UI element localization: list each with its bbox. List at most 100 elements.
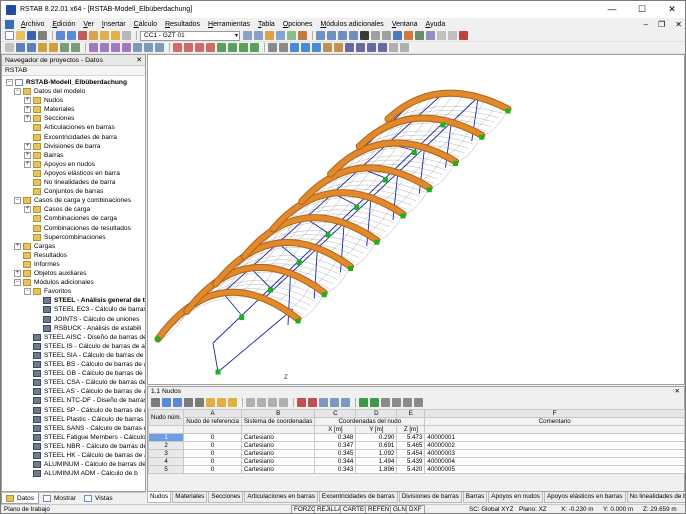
guideline-icon[interactable] xyxy=(239,43,248,52)
imposed-deformation-icon[interactable] xyxy=(195,43,204,52)
comment-cell[interactable]: 40000005 xyxy=(424,465,685,474)
expand-icon[interactable]: + xyxy=(24,97,31,105)
tree-item[interactable]: STEEL BS - Cálculo de barras de a xyxy=(24,360,145,369)
member-forces-icon[interactable] xyxy=(298,31,307,40)
menu-modulos[interactable]: Módulos adicionales xyxy=(316,21,387,28)
z-coordinate-cell[interactable]: 5.454 xyxy=(396,449,426,458)
support-marker[interactable] xyxy=(155,336,161,342)
unit-settings-icon[interactable] xyxy=(389,43,398,52)
expand-icon[interactable]: + xyxy=(24,106,31,114)
comment-cell[interactable]: 40000002 xyxy=(424,441,685,450)
expand-icon[interactable]: + xyxy=(14,242,21,250)
y-coordinate-cell[interactable]: 1.896 xyxy=(355,465,398,474)
coordinate-system-icon[interactable] xyxy=(290,43,299,52)
support-reactions-icon[interactable] xyxy=(287,31,296,40)
new-file-icon[interactable] xyxy=(5,31,14,40)
select-icon[interactable] xyxy=(437,31,446,40)
table-highlight-icon[interactable] xyxy=(206,397,215,407)
scale-icon[interactable] xyxy=(122,43,131,52)
deformation-icon[interactable] xyxy=(276,31,285,40)
tree-item[interactable]: STEEL EC3 - Cálculo de barras xyxy=(34,305,145,314)
menu-ventana[interactable]: Ventana xyxy=(388,21,422,28)
y-coordinate-cell[interactable]: 1.494 xyxy=(355,457,398,466)
new-hinge-icon[interactable] xyxy=(49,43,58,52)
undo-icon[interactable] xyxy=(56,31,65,40)
tree-item[interactable]: STEEL SANS - Cálculo de barras d xyxy=(24,424,145,433)
table-insert-row-icon[interactable] xyxy=(246,397,255,407)
excel-export-icon[interactable] xyxy=(359,397,368,407)
tab-mostrar[interactable]: Mostrar xyxy=(39,493,80,504)
menu-archivo[interactable]: Archivo xyxy=(17,21,48,28)
table-tab[interactable]: Excentricidades de barras xyxy=(318,492,398,503)
tree-item[interactable]: No linealidades de barra xyxy=(24,178,115,187)
expand-icon[interactable]: + xyxy=(24,151,31,159)
menu-ver[interactable]: Ver xyxy=(79,21,98,28)
nodal-load-icon[interactable] xyxy=(173,43,182,52)
table-tab[interactable]: Apoyos en nudos xyxy=(488,492,543,503)
table-export-icon[interactable] xyxy=(330,397,339,407)
join-members-icon[interactable] xyxy=(155,43,164,52)
tree-item[interactable]: − Módulos adicionales xyxy=(14,278,94,287)
table-undo-icon[interactable] xyxy=(162,397,171,407)
row-number-cell[interactable]: 1 xyxy=(147,433,185,442)
tab-vistas[interactable]: Vistas xyxy=(80,493,117,504)
tree-item[interactable]: Combinaciones de resultados xyxy=(24,224,131,233)
results-values-icon[interactable] xyxy=(111,31,120,40)
support-marker[interactable] xyxy=(215,369,221,375)
table-delete-icon[interactable] xyxy=(297,397,306,407)
x-coordinate-cell[interactable]: 0.348 xyxy=(314,433,357,442)
dxf-icon[interactable] xyxy=(323,43,332,52)
expand-icon[interactable]: + xyxy=(24,115,31,123)
row-number-cell[interactable]: 3 xyxy=(147,449,185,458)
x-coordinate-cell[interactable]: 0.345 xyxy=(314,449,357,458)
redo-icon[interactable] xyxy=(67,31,76,40)
tree-item[interactable]: STEEL HK - Cálculo de barras de a xyxy=(24,451,145,460)
tree-item[interactable]: JOINTS - Cálculo de uniones xyxy=(34,315,139,324)
coordinate-system-cell[interactable]: Cartesiano xyxy=(240,433,316,442)
connect-members-icon[interactable] xyxy=(144,43,153,52)
tree-item[interactable]: + Casos de carga xyxy=(24,205,90,214)
menu-ayuda[interactable]: Ayuda xyxy=(422,21,450,28)
solid-model-icon[interactable] xyxy=(404,31,413,40)
tree-item[interactable]: Combinaciones de carga xyxy=(24,214,117,223)
material-library-icon[interactable] xyxy=(378,43,387,52)
cross-section-library-icon[interactable] xyxy=(367,43,376,52)
comment-cell[interactable]: 40000001 xyxy=(424,433,685,442)
z-coordinate-cell[interactable]: 5.420 xyxy=(396,465,426,474)
y-coordinate-cell[interactable]: 0.290 xyxy=(355,433,398,442)
table-tab[interactable]: Nudos xyxy=(147,492,172,503)
tree-item[interactable]: Excentricidades de barra xyxy=(24,133,117,142)
new-member-icon[interactable] xyxy=(27,43,36,52)
z-coordinate-cell[interactable]: 5.465 xyxy=(396,441,426,450)
comment-cell[interactable]: 40000004 xyxy=(424,457,685,466)
support-marker[interactable] xyxy=(440,122,446,128)
tree-item[interactable]: − Datos del modelo xyxy=(14,87,85,96)
y-coordinate-cell[interactable]: 1.092 xyxy=(355,449,398,458)
y-coordinate-cell[interactable]: 0.691 xyxy=(355,441,398,450)
support-marker[interactable] xyxy=(453,161,458,166)
help-icon[interactable] xyxy=(400,43,409,52)
tree-item[interactable]: − Favoritos xyxy=(24,287,71,296)
tree-item[interactable]: STEEL NTC-DF - Diseño de barras xyxy=(24,396,145,405)
tree-item[interactable]: Supercombinaciones xyxy=(24,233,106,242)
tree-item[interactable]: + Apoyos en nudos xyxy=(24,160,95,169)
close-button[interactable]: ✕ xyxy=(657,1,685,18)
next-case-icon[interactable] xyxy=(254,31,263,40)
support-marker[interactable] xyxy=(354,205,360,210)
table-tab[interactable]: Materiales xyxy=(172,492,208,503)
doc-restore-icon[interactable]: ❐ xyxy=(653,20,670,29)
tree-item[interactable]: + Objetos auxiliares xyxy=(14,269,86,278)
support-marker[interactable] xyxy=(411,150,417,155)
menu-tabla[interactable]: Tabla xyxy=(254,21,279,28)
load-diagram-icon[interactable] xyxy=(265,31,274,40)
tree-item[interactable]: STEEL GB - Cálculo de barras de a xyxy=(24,369,145,378)
table-sync-icon[interactable] xyxy=(217,397,226,407)
zoom-all-icon[interactable] xyxy=(371,31,380,40)
view-x-icon[interactable] xyxy=(327,31,336,40)
snap-icon[interactable] xyxy=(312,43,321,52)
table-import-icon[interactable] xyxy=(319,397,328,407)
table-row[interactable]: 2 0 Cartesiano 0.347 0.691 5.465 40000002 xyxy=(147,441,685,450)
tree-item[interactable]: STEEL NBR - Cálculo de barras de xyxy=(24,442,145,451)
tree-item[interactable]: STEEL IS - Cálculo de barras de ac xyxy=(24,342,145,351)
table-print-icon[interactable] xyxy=(151,397,160,407)
